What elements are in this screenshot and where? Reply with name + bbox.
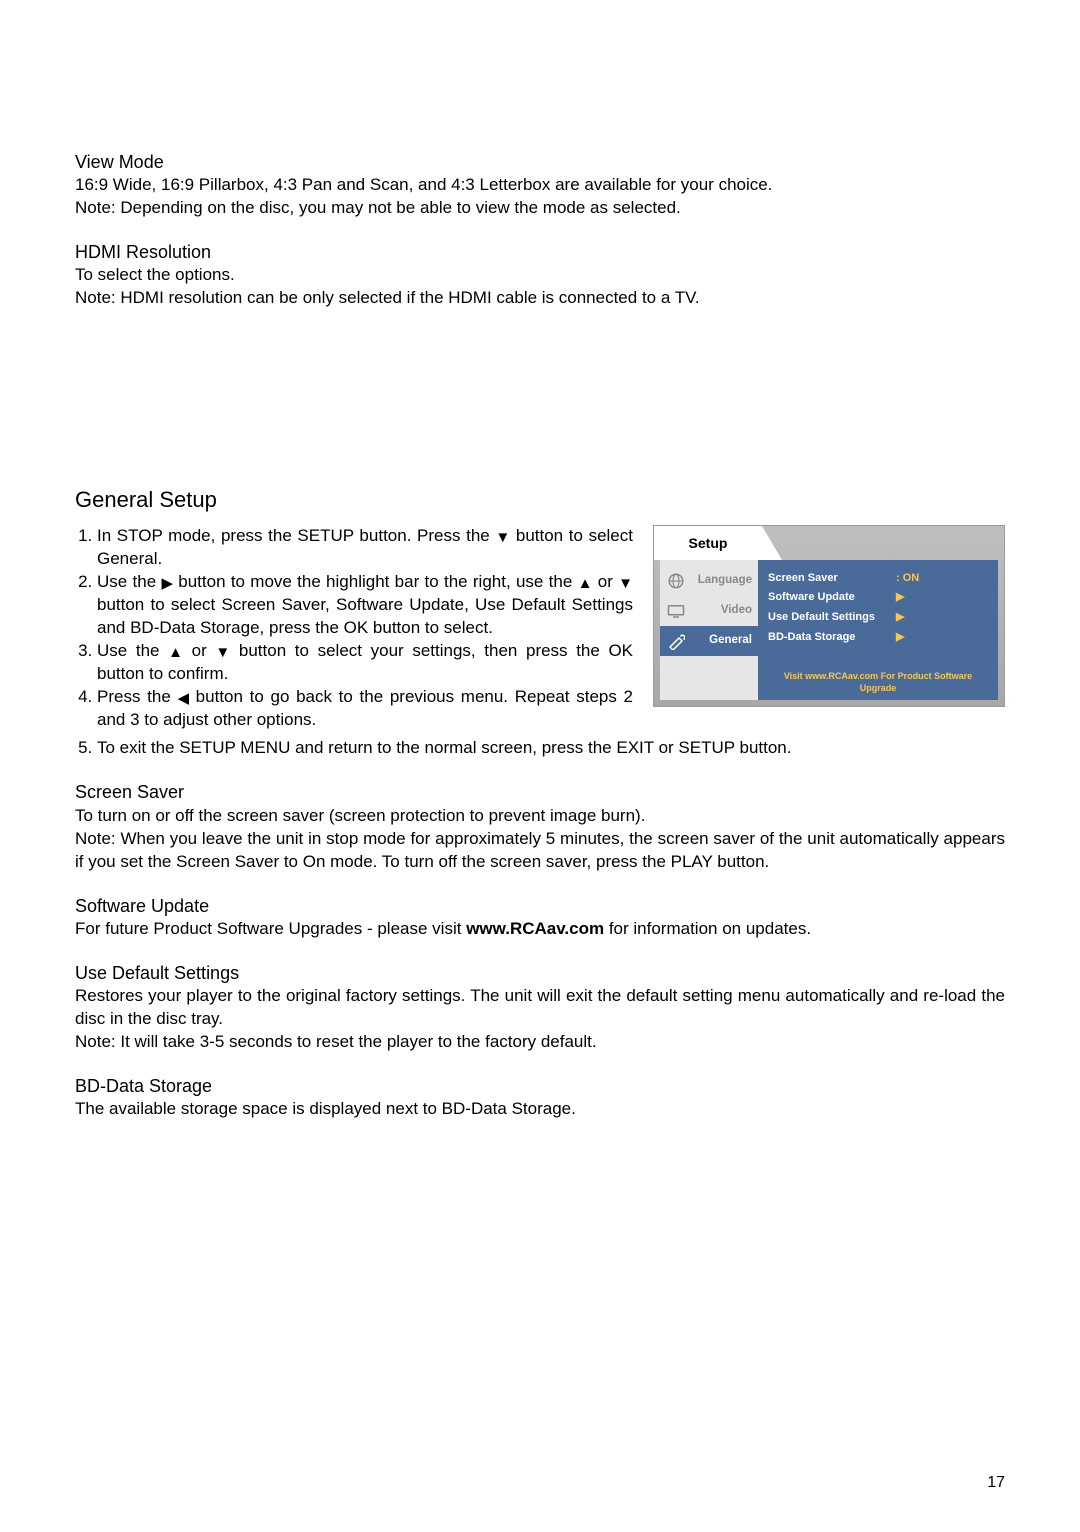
setup-menu-right-panel: Screen Saver : ON Software Update ▶ Use … <box>758 560 998 700</box>
bd-data-block: BD-Data Storage The available storage sp… <box>75 1074 1005 1121</box>
opt-use-default-value: ▶ <box>896 610 904 625</box>
opt-screen-saver-label: Screen Saver <box>768 571 890 586</box>
menu-item-language[interactable]: Language <box>660 566 758 596</box>
software-update-text: For future Product Software Upgrades - p… <box>75 918 1005 941</box>
software-update-suffix: for information on updates. <box>604 919 811 938</box>
opt-software-update[interactable]: Software Update ▶ <box>768 588 988 608</box>
opt-screen-saver-value: : ON <box>896 571 919 586</box>
view-mode-section: View Mode 16:9 Wide, 16:9 Pillarbox, 4:3… <box>75 150 1005 220</box>
hdmi-text-1: To select the options. <box>75 264 1005 287</box>
steps-column: In STOP mode, press the SETUP button. Pr… <box>75 525 633 731</box>
opt-bd-data-value: ▶ <box>896 630 904 645</box>
screen-saver-block: Screen Saver To turn on or off the scree… <box>75 780 1005 873</box>
step-2: Use the ▶ button to move the highlight b… <box>97 571 633 640</box>
screen-saver-text-1: To turn on or off the screen saver (scre… <box>75 805 1005 828</box>
opt-bd-data-label: BD-Data Storage <box>768 630 890 645</box>
setup-menu-left-list: Language Video General <box>660 560 758 700</box>
general-setup-step-5: To exit the SETUP MENU and return to the… <box>75 737 1005 760</box>
bd-data-heading: BD-Data Storage <box>75 1074 1005 1098</box>
software-update-prefix: For future Product Software Upgrades - p… <box>75 919 466 938</box>
step-5-text: To exit the SETUP MENU and return to the… <box>97 737 1005 760</box>
down-arrow-icon: ▼ <box>618 576 633 591</box>
step-4: Press the ◀ button to go back to the pre… <box>97 686 633 732</box>
general-setup-row: In STOP mode, press the SETUP button. Pr… <box>75 525 1005 731</box>
step-2-text-b: button to move the highlight bar to the … <box>173 572 578 591</box>
use-default-text-2: Note: It will take 3-5 seconds to reset … <box>75 1031 1005 1054</box>
view-mode-text-2: Note: Depending on the disc, you may not… <box>75 197 1005 220</box>
step-3-text-b: or <box>183 641 215 660</box>
step-3: Use the ▲ or ▼ button to select your set… <box>97 640 633 686</box>
software-update-block: Software Update For future Product Softw… <box>75 894 1005 941</box>
opt-use-default[interactable]: Use Default Settings ▶ <box>768 608 988 628</box>
setup-menu-body: Language Video General <box>660 560 998 700</box>
step-2-text-a: Use the <box>97 572 161 591</box>
opt-bd-data-storage[interactable]: BD-Data Storage ▶ <box>768 628 988 648</box>
opt-screen-saver[interactable]: Screen Saver : ON <box>768 568 988 588</box>
menu-item-video[interactable]: Video <box>660 596 758 626</box>
hdmi-resolution-section: HDMI Resolution To select the options. N… <box>75 240 1005 310</box>
hdmi-text-2: Note: HDMI resolution can be only select… <box>75 287 1005 310</box>
setup-menu-title: Setup <box>654 526 762 560</box>
step-3-text-a: Use the <box>97 641 168 660</box>
gear-icon <box>666 631 686 651</box>
menu-item-video-label: Video <box>691 603 752 619</box>
step-4-text-a: Press the <box>97 687 177 706</box>
globe-icon <box>666 571 686 591</box>
use-default-heading: Use Default Settings <box>75 961 1005 985</box>
step-2-text-c: or <box>592 572 618 591</box>
hdmi-heading: HDMI Resolution <box>75 240 1005 264</box>
software-update-heading: Software Update <box>75 894 1005 918</box>
screen-saver-text-2: Note: When you leave the unit in stop mo… <box>75 828 1005 874</box>
setup-menu-header: Setup <box>654 526 1004 560</box>
use-default-block: Use Default Settings Restores your playe… <box>75 961 1005 1054</box>
general-setup-steps-1-4: In STOP mode, press the SETUP button. Pr… <box>75 525 633 731</box>
menu-item-general-label: General <box>691 633 752 649</box>
view-mode-text-1: 16:9 Wide, 16:9 Pillarbox, 4:3 Pan and S… <box>75 174 1005 197</box>
step-1-text-a: In STOP mode, press the SETUP button. Pr… <box>97 526 495 545</box>
screen-saver-heading: Screen Saver <box>75 780 1005 804</box>
menu-item-general[interactable]: General <box>660 626 758 656</box>
setup-tab-divider <box>762 526 782 560</box>
page-number: 17 <box>987 1472 1005 1494</box>
bd-data-text: The available storage space is displayed… <box>75 1098 1005 1121</box>
right-arrow-icon: ▶ <box>161 576 173 591</box>
tv-icon <box>666 601 686 621</box>
up-arrow-icon: ▲ <box>578 576 593 591</box>
step-1: In STOP mode, press the SETUP button. Pr… <box>97 525 633 571</box>
software-update-link: www.RCAav.com <box>466 919 604 938</box>
down-arrow-icon: ▼ <box>215 645 230 660</box>
up-arrow-icon: ▲ <box>168 645 183 660</box>
opt-software-update-value: ▶ <box>896 590 904 605</box>
opt-use-default-label: Use Default Settings <box>768 610 890 625</box>
setup-menu-figure: Setup Language Video <box>653 525 1005 707</box>
step-2-text-d: button to select Screen Saver, Software … <box>97 595 633 637</box>
view-mode-heading: View Mode <box>75 150 1005 174</box>
left-arrow-icon: ◀ <box>177 691 189 706</box>
step-5: To exit the SETUP MENU and return to the… <box>97 737 1005 760</box>
general-setup-heading: General Setup <box>75 485 1005 515</box>
down-arrow-icon: ▼ <box>495 530 510 545</box>
use-default-text-1: Restores your player to the original fac… <box>75 985 1005 1031</box>
menu-item-language-label: Language <box>691 573 752 589</box>
setup-menu-footnote: Visit www.RCAav.com For Product Software… <box>768 654 988 694</box>
setup-menu-box: Setup Language Video <box>653 525 1005 707</box>
opt-software-update-label: Software Update <box>768 590 890 605</box>
